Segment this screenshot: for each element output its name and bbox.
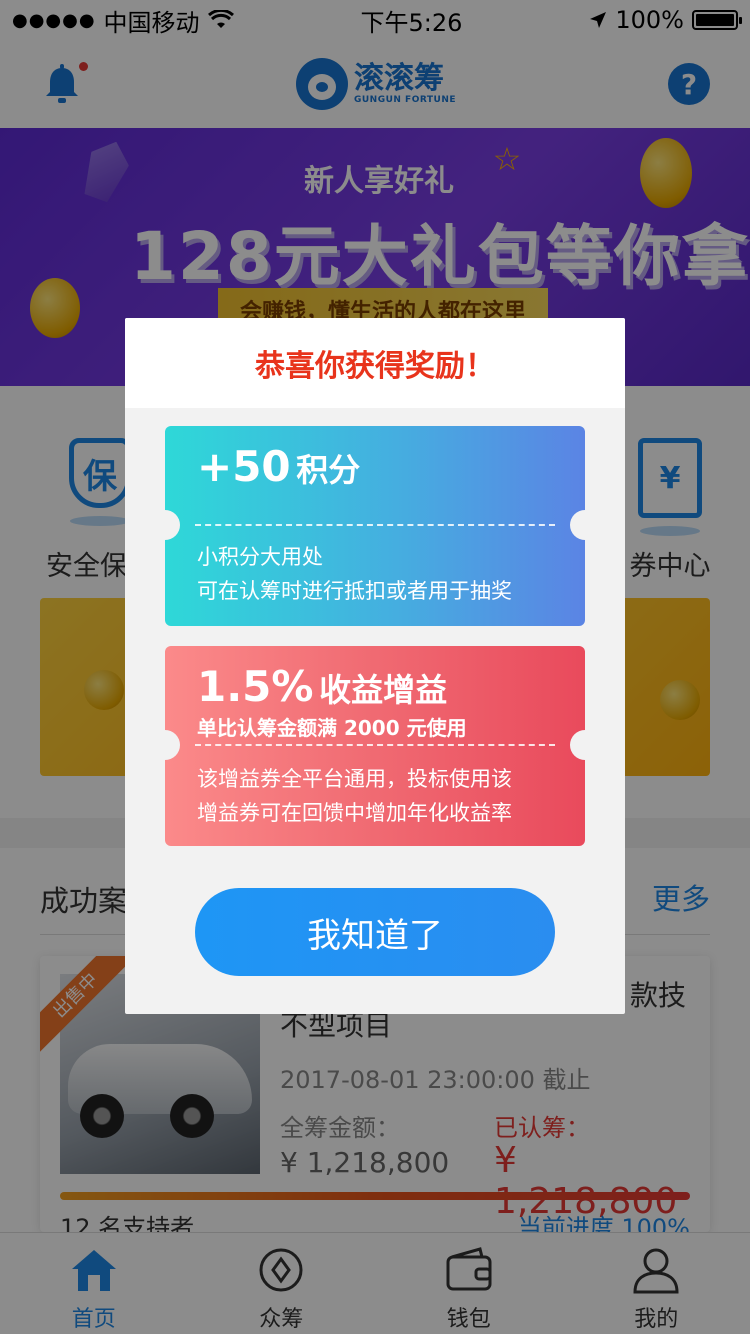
coupon-divider (195, 744, 555, 746)
coupon-description: 该增益券全平台通用，投标使用该 增益券可在回馈中增加年化收益率 (197, 762, 512, 830)
reward-modal: 恭喜你获得奖励！ +50 积分 小积分大用处 可在认筹时进行抵扣或者用于抽奖 1… (125, 318, 625, 1014)
points-unit: 积分 (296, 451, 361, 489)
yield-amount: 1.5% (197, 662, 314, 711)
yield-coupon: 1.5% 收益增益 单比认筹金额满 2000 元使用 该增益券全平台通用，投标使… (165, 646, 585, 846)
yield-unit: 收益增益 (319, 671, 448, 709)
coupon-divider (195, 524, 555, 526)
modal-title: 恭喜你获得奖励！ (125, 318, 625, 408)
points-coupon: +50 积分 小积分大用处 可在认筹时进行抵扣或者用于抽奖 (165, 426, 585, 626)
coupon-amount: +50 积分 (197, 442, 360, 491)
coupon-desc-line: 增益券可在回馈中增加年化收益率 (197, 801, 512, 825)
points-amount: +50 (197, 442, 291, 491)
coupon-amount: 1.5% 收益增益 (197, 662, 447, 711)
coupon-description: 小积分大用处 可在认筹时进行抵扣或者用于抽奖 (197, 540, 512, 608)
coupon-desc-line: 小积分大用处 (197, 545, 323, 569)
coupon-condition: 单比认筹金额满 2000 元使用 (197, 716, 467, 740)
confirm-button[interactable]: 我知道了 (195, 888, 555, 976)
coupon-desc-line: 可在认筹时进行抵扣或者用于抽奖 (197, 579, 512, 603)
coupon-desc-line: 该增益券全平台通用，投标使用该 (197, 767, 512, 791)
